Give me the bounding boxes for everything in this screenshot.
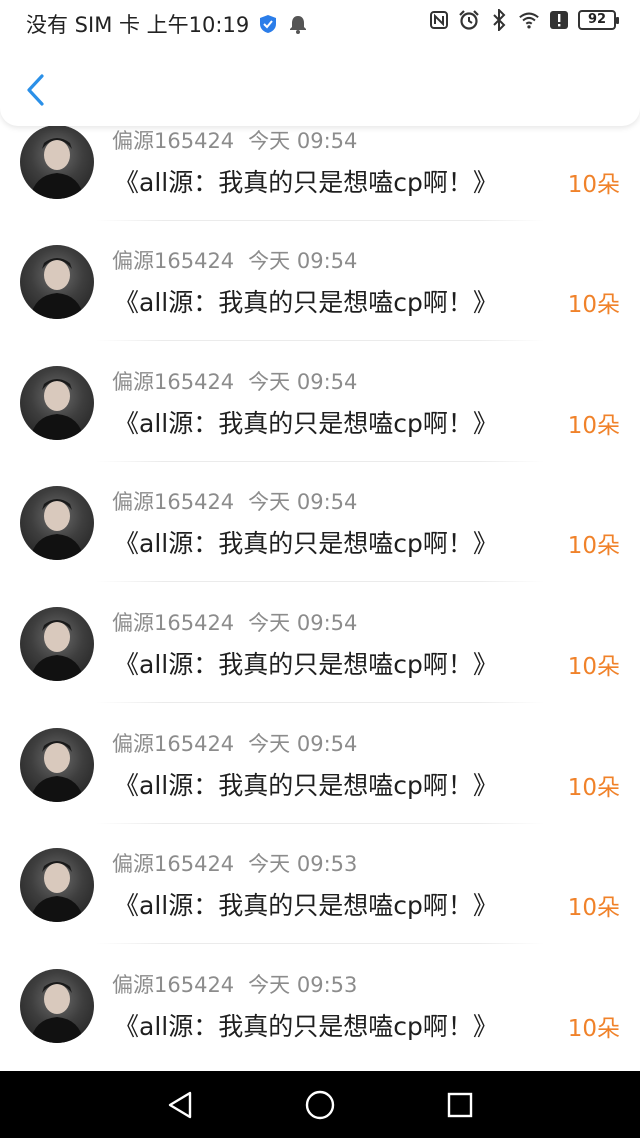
- status-right: 92: [428, 9, 619, 31]
- carrier-time-text: 没有 SIM 卡 上午10:19: [26, 13, 250, 37]
- avatar[interactable]: [20, 245, 94, 319]
- timestamp: 今天 09:53: [248, 852, 358, 876]
- list-item[interactable]: 偏源165424 今天 09:54 《all源：我真的只是想嗑cp啊！》 10朵: [0, 125, 640, 245]
- item-meta: 偏源165424 今天 09:54: [112, 125, 357, 155]
- nav-home-button[interactable]: [300, 1085, 340, 1125]
- gift-record-list: 偏源165424 今天 09:54 《all源：我真的只是想嗑cp啊！》 10朵 …: [0, 0, 640, 1071]
- timestamp: 今天 09:53: [248, 973, 358, 997]
- battery-icon: 92: [578, 10, 619, 30]
- shield-icon: [257, 13, 279, 35]
- top-header: [0, 44, 640, 126]
- divider: [95, 702, 545, 703]
- chevron-left-icon: [27, 74, 44, 106]
- timestamp: 今天 09:54: [248, 732, 358, 756]
- list-item[interactable]: 偏源165424 今天 09:54 《all源：我真的只是想嗑cp啊！》 10朵: [0, 486, 640, 606]
- username: 偏源165424: [112, 852, 235, 876]
- item-title: 《all源：我真的只是想嗑cp啊！》: [114, 891, 498, 920]
- avatar[interactable]: [20, 366, 94, 440]
- username: 偏源165424: [112, 249, 235, 273]
- username: 偏源165424: [112, 973, 235, 997]
- gift-count: 10朵: [567, 1016, 620, 1042]
- list-item[interactable]: 偏源165424 今天 09:53 《all源：我真的只是想嗑cp啊！》 10朵: [0, 848, 640, 968]
- list-item[interactable]: 偏源165424 今天 09:54 《all源：我真的只是想嗑cp啊！》 10朵: [0, 728, 640, 848]
- back-button[interactable]: [18, 70, 52, 110]
- username: 偏源165424: [112, 370, 235, 394]
- username: 偏源165424: [112, 490, 235, 514]
- divider: [95, 461, 545, 462]
- list-item[interactable]: 偏源165424 今天 09:54 《all源：我真的只是想嗑cp啊！》 10朵: [0, 245, 640, 365]
- item-title: 《all源：我真的只是想嗑cp啊！》: [114, 771, 498, 800]
- item-title: 《all源：我真的只是想嗑cp啊！》: [114, 168, 498, 197]
- alarm-icon: [458, 9, 480, 31]
- timestamp: 今天 09:54: [248, 490, 358, 514]
- item-title: 《all源：我真的只是想嗑cp啊！》: [114, 288, 498, 317]
- nav-recents-button[interactable]: [440, 1085, 480, 1125]
- item-meta: 偏源165424 今天 09:54: [112, 728, 357, 758]
- divider: [95, 220, 545, 221]
- list-item[interactable]: 偏源165424 今天 09:54 《all源：我真的只是想嗑cp啊！》 10朵: [0, 607, 640, 727]
- avatar[interactable]: [20, 607, 94, 681]
- nav-back-button[interactable]: [160, 1085, 200, 1125]
- item-meta: 偏源165424 今天 09:54: [112, 486, 357, 516]
- divider: [95, 823, 545, 824]
- gift-count: 10朵: [567, 895, 620, 921]
- list-item[interactable]: 偏源165424 今天 09:53 《all源：我真的只是想嗑cp啊！》 10朵: [0, 969, 640, 1071]
- item-title: 《all源：我真的只是想嗑cp啊！》: [114, 650, 498, 679]
- home-circle-icon: [305, 1090, 335, 1119]
- username: 偏源165424: [112, 129, 235, 153]
- avatar[interactable]: [20, 125, 94, 199]
- timestamp: 今天 09:54: [248, 611, 358, 635]
- avatar[interactable]: [20, 848, 94, 922]
- item-meta: 偏源165424 今天 09:54: [112, 607, 357, 637]
- avatar[interactable]: [20, 969, 94, 1043]
- list-item[interactable]: 偏源165424 今天 09:54 《all源：我真的只是想嗑cp啊！》 10朵: [0, 366, 640, 486]
- divider: [95, 340, 545, 341]
- timestamp: 今天 09:54: [248, 249, 358, 273]
- divider: [95, 581, 545, 582]
- username: 偏源165424: [112, 732, 235, 756]
- gift-count: 10朵: [567, 654, 620, 680]
- gift-count: 10朵: [567, 775, 620, 801]
- status-bar: 没有 SIM 卡 上午10:19 92: [0, 0, 640, 44]
- item-meta: 偏源165424 今天 09:54: [112, 245, 357, 275]
- recents-square-icon: [447, 1092, 473, 1117]
- back-triangle-icon: [168, 1091, 192, 1118]
- gift-count: 10朵: [567, 413, 620, 439]
- bluetooth-icon: [488, 9, 510, 31]
- wifi-icon: [518, 9, 540, 31]
- avatar[interactable]: [20, 486, 94, 560]
- item-meta: 偏源165424 今天 09:53: [112, 848, 357, 878]
- status-left: 没有 SIM 卡 上午10:19: [26, 9, 309, 39]
- gift-count: 10朵: [567, 533, 620, 559]
- item-title: 《all源：我真的只是想嗑cp啊！》: [114, 409, 498, 438]
- item-title: 《all源：我真的只是想嗑cp啊！》: [114, 1012, 498, 1041]
- notification-bell-icon: [287, 13, 309, 35]
- item-meta: 偏源165424 今天 09:54: [112, 366, 357, 396]
- item-meta: 偏源165424 今天 09:53: [112, 969, 357, 999]
- avatar[interactable]: [20, 728, 94, 802]
- alert-icon: [548, 9, 570, 31]
- nfc-icon: [428, 9, 450, 31]
- divider: [95, 943, 545, 944]
- username: 偏源165424: [112, 611, 235, 635]
- timestamp: 今天 09:54: [248, 370, 358, 394]
- timestamp: 今天 09:54: [248, 129, 358, 153]
- system-nav-bar: [0, 1071, 640, 1138]
- gift-count: 10朵: [567, 292, 620, 318]
- gift-count: 10朵: [567, 172, 620, 198]
- item-title: 《all源：我真的只是想嗑cp啊！》: [114, 529, 498, 558]
